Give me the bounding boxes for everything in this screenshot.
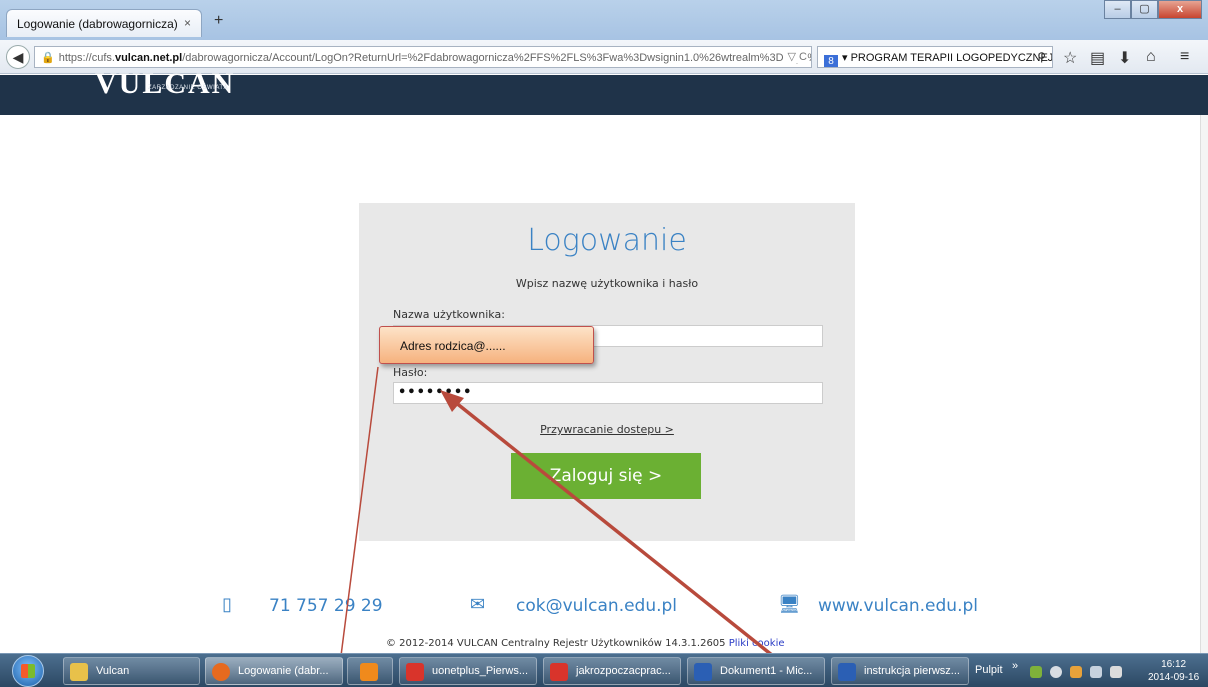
search-icon[interactable]: ⚲ — [1037, 50, 1046, 64]
bookmarks-list-icon[interactable]: ▤ — [1090, 48, 1105, 68]
address-bar[interactable]: 🔒 https://cufs.vulcan.net.pl/dabrowagorni… — [34, 46, 812, 68]
email-link[interactable]: cok@vulcan.edu.pl — [516, 596, 677, 616]
browser-tab[interactable]: Logowanie (dabrowagornicza) × — [6, 9, 202, 37]
password-label: Hasło: — [393, 366, 428, 379]
folder-icon — [70, 663, 88, 681]
window-controls: – ▢ x — [1104, 0, 1202, 20]
username-label: Nazwa użytkownika: — [393, 308, 505, 321]
windows-logo-icon — [21, 664, 35, 678]
taskbar-item-label: jakrozpoczacprac... — [576, 665, 671, 677]
taskbar-item-label: Vulcan — [96, 665, 130, 677]
search-engine-icon[interactable]: 8 — [824, 55, 838, 67]
volume-tray-icon[interactable] — [1110, 666, 1122, 678]
url-prefix: https://cufs. — [58, 52, 115, 64]
clock[interactable]: 16:12 2014-09-16 — [1148, 658, 1199, 684]
word-icon — [694, 663, 712, 681]
lock-icon: 🔒 — [41, 52, 55, 64]
annotation-callout: Adres rodzica@...... — [379, 326, 594, 364]
taskbar-item-label: Dokument1 - Mic... — [720, 665, 813, 677]
reload-icon[interactable]: ▽ C — [783, 50, 807, 63]
media-player-icon — [360, 663, 378, 681]
browser-tab-bar: Logowanie (dabrowagornicza) × + – ▢ x — [0, 0, 1208, 40]
maximize-button[interactable]: ▢ — [1131, 0, 1158, 19]
login-button[interactable]: Zaloguj się > — [511, 453, 701, 499]
tab-title: Logowanie (dabrowagornicza) — [17, 17, 178, 31]
scrollbar[interactable] — [1200, 115, 1208, 653]
taskbar-item-label: Logowanie (dabr... — [238, 665, 329, 677]
copyright-text: © 2012-2014 VULCAN Centralny Rejestr Uży… — [386, 638, 785, 649]
login-subtitle: Wpisz nazwę użytkownika i hasło — [515, 277, 699, 290]
taskbar-item[interactable]: jakrozpoczacprac... — [543, 657, 681, 685]
clock-date: 2014-09-16 — [1148, 672, 1200, 683]
login-panel: Logowanie Wpisz nazwę użytkownika i hasł… — [359, 203, 855, 541]
taskbar-item-label: uonetplus_Pierws... — [432, 665, 528, 677]
taskbar-item-label: instrukcja pierwsz... — [864, 665, 960, 677]
back-arrow-icon: ◀ — [12, 49, 24, 65]
taskbar: Vulcan Logowanie (dabr... uonetplus_Pier… — [0, 653, 1208, 687]
pdf-icon — [406, 663, 424, 681]
taskbar-item-active[interactable]: Logowanie (dabr... — [205, 657, 343, 685]
taskbar-item[interactable]: uonetplus_Pierws... — [399, 657, 537, 685]
password-field[interactable]: •••••••• — [393, 382, 823, 404]
menu-icon[interactable]: ≡ — [1180, 48, 1189, 66]
site-header: VULCAN ZARZĄDZANIE OŚWIATĄ — [0, 67, 1208, 115]
taskbar-item[interactable]: instrukcja pierwsz... — [831, 657, 969, 685]
antivirus-tray-icon[interactable] — [1050, 666, 1062, 678]
phone-icon: ▯ — [222, 594, 232, 614]
close-window-button[interactable]: x — [1158, 0, 1202, 19]
mail-icon: ✉ — [470, 594, 486, 614]
clock-time: 16:12 — [1161, 659, 1187, 670]
update-tray-icon[interactable] — [1070, 666, 1082, 678]
logo-subtitle: ZARZĄDZANIE OŚWIATĄ — [148, 85, 229, 91]
phone-number: 71 757 29 29 — [269, 596, 383, 616]
pdf-icon — [550, 663, 568, 681]
taskbar-item[interactable] — [347, 657, 393, 685]
home-icon[interactable]: ⌂ — [1146, 48, 1156, 66]
word-icon — [838, 663, 856, 681]
back-button[interactable]: ◀ — [6, 45, 30, 69]
url-path: /dabrowagornicza/Account/LogOn?ReturnUrl… — [182, 52, 812, 64]
display-tray-icon[interactable] — [1090, 666, 1102, 678]
taskbar-item[interactable]: Dokument1 - Mic... — [687, 657, 825, 685]
pulpit-toolbar[interactable]: Pulpit — [975, 664, 1003, 676]
search-bar[interactable]: 8 ▾ PROGRAM TERAPII LOGOPEDYCZNEJ ⚲ — [817, 46, 1053, 68]
firefox-icon — [212, 663, 230, 681]
close-tab-icon[interactable]: × — [184, 16, 191, 30]
network-tray-icon[interactable] — [1030, 666, 1042, 678]
url-domain: vulcan.net.pl — [114, 52, 183, 64]
minimize-button[interactable]: – — [1104, 0, 1131, 19]
login-title: Logowanie — [527, 223, 687, 258]
download-icon[interactable]: ⬇ — [1118, 48, 1131, 68]
recover-access-link[interactable]: Przywracanie dostepu > — [359, 423, 855, 436]
copyright-label: © 2012-2014 VULCAN Centralny Rejestr Uży… — [386, 638, 726, 649]
computer-icon: 🖥 — [778, 594, 801, 614]
start-button[interactable] — [12, 655, 44, 687]
search-value: PROGRAM TERAPII LOGOPEDYCZNEJ — [850, 52, 1053, 64]
toolbar-expand-icon[interactable]: » — [1012, 660, 1018, 672]
cookie-link[interactable]: Pliki cookie — [729, 638, 785, 649]
bookmark-star-icon[interactable]: ☆ — [1063, 48, 1077, 68]
taskbar-item[interactable]: Vulcan — [63, 657, 200, 685]
website-link[interactable]: www.vulcan.edu.pl — [818, 596, 978, 616]
new-tab-button[interactable]: + — [214, 12, 223, 30]
